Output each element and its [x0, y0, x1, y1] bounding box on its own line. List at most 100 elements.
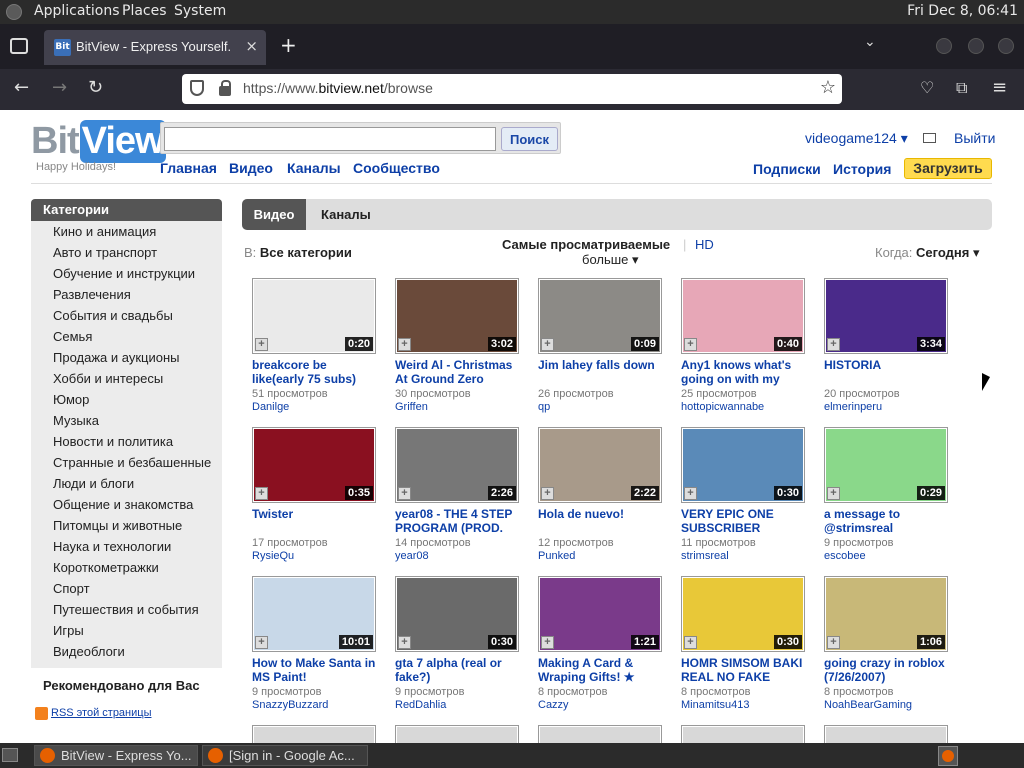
video-title[interactable]: Twister	[252, 507, 376, 535]
show-desktop-icon[interactable]	[2, 748, 18, 762]
video-thumbnail[interactable]	[824, 725, 948, 743]
video-title[interactable]: Jim lahey falls down	[538, 358, 662, 386]
subscriptions-link[interactable]: Подписки	[753, 161, 821, 177]
category-link[interactable]: Наука и технологии	[31, 536, 222, 557]
add-to-queue-icon[interactable]: +	[255, 487, 268, 500]
video-title[interactable]: gta 7 alpha (real or fake?)	[395, 656, 519, 684]
video-uploader[interactable]: RysieQu	[252, 550, 294, 562]
video-thumbnail[interactable]: +0:35	[252, 427, 376, 503]
video-title[interactable]: a message to @strimsreal	[824, 507, 948, 535]
clock[interactable]: Fri Dec 8, 06:41	[907, 3, 1018, 19]
system-menu[interactable]: System	[174, 3, 226, 19]
category-link[interactable]: Музыка	[31, 410, 222, 431]
applications-menu[interactable]: Applications	[34, 3, 120, 19]
video-uploader[interactable]: hottopicwannabe	[681, 401, 764, 413]
video-uploader[interactable]: Minamitsu413	[681, 699, 749, 711]
extensions-icon[interactable]: ⧉	[956, 78, 967, 98]
category-link[interactable]: Спорт	[31, 578, 222, 599]
video-thumbnail[interactable]: +0:30	[681, 576, 805, 652]
video-thumbnail[interactable]	[252, 725, 376, 743]
category-link[interactable]: События и свадьбы	[31, 305, 222, 326]
video-title[interactable]: Any1 knows what's going on with my	[681, 358, 805, 386]
video-uploader[interactable]: year08	[395, 550, 429, 562]
category-link[interactable]: Хобби и интересы	[31, 368, 222, 389]
nav-channels[interactable]: Каналы	[287, 160, 341, 176]
more-sort-dropdown[interactable]: больше ▾	[582, 252, 639, 268]
video-thumbnail[interactable]	[538, 725, 662, 743]
nav-videos[interactable]: Видео	[229, 160, 273, 176]
rss-link[interactable]: RSS этой страницы	[35, 707, 151, 720]
video-uploader[interactable]: NoahBearGaming	[824, 699, 912, 711]
category-link[interactable]: Люди и блоги	[31, 473, 222, 494]
video-thumbnail[interactable]	[681, 725, 805, 743]
pocket-icon[interactable]: ♡	[920, 78, 934, 98]
reload-icon[interactable]: ↻	[88, 78, 103, 98]
video-thumbnail[interactable]: +0:29	[824, 427, 948, 503]
sort-hd[interactable]: HD	[695, 237, 714, 252]
address-bar[interactable]: https://www.bitview.net/browse ☆	[182, 74, 842, 104]
video-title[interactable]: How to Make Santa in MS Paint!	[252, 656, 376, 684]
recommended-heading[interactable]: Рекомендовано для Вас	[31, 678, 222, 693]
video-uploader[interactable]: Danilge	[252, 401, 289, 413]
category-link[interactable]: Развлечения	[31, 284, 222, 305]
gnome-foot-icon[interactable]	[6, 4, 22, 20]
tray-firefox-icon[interactable]	[938, 746, 958, 766]
video-thumbnail[interactable]: +3:02	[395, 278, 519, 354]
video-title[interactable]: VERY EPIC ONE SUBSCRIBER	[681, 507, 805, 535]
new-tab-icon[interactable]: +	[280, 33, 297, 57]
video-thumbnail[interactable]: +1:06	[824, 576, 948, 652]
add-to-queue-icon[interactable]: +	[684, 487, 697, 500]
video-thumbnail[interactable]: +0:40	[681, 278, 805, 354]
video-title[interactable]: going crazy in roblox (7/26/2007)	[824, 656, 948, 684]
category-link[interactable]: Общение и знакомства	[31, 494, 222, 515]
video-uploader[interactable]: Punked	[538, 550, 575, 562]
upload-button[interactable]: Загрузить	[904, 158, 992, 179]
category-link[interactable]: Авто и транспорт	[31, 242, 222, 263]
video-title[interactable]: Weird Al - Christmas At Ground Zero	[395, 358, 519, 386]
tab-list-icon[interactable]	[10, 38, 28, 54]
video-thumbnail[interactable]: +3:34	[824, 278, 948, 354]
video-thumbnail[interactable]: +0:30	[395, 576, 519, 652]
category-link[interactable]: Странные и безбашенные	[31, 452, 222, 473]
video-title[interactable]: breakcore be like(early 75 subs)	[252, 358, 376, 386]
video-thumbnail[interactable]	[395, 725, 519, 743]
username-menu[interactable]: videogame124 ▾	[805, 130, 908, 147]
bitview-logo[interactable]: BitView Happy Holidays!	[31, 120, 166, 173]
app-menu-icon[interactable]: ≡	[992, 78, 1007, 98]
tab-channels[interactable]: Каналы	[321, 199, 371, 230]
category-link[interactable]: Видеоблоги	[31, 641, 222, 662]
video-uploader[interactable]: Griffen	[395, 401, 428, 413]
add-to-queue-icon[interactable]: +	[255, 636, 268, 649]
category-link[interactable]: Короткометражки	[31, 557, 222, 578]
add-to-queue-icon[interactable]: +	[398, 338, 411, 351]
add-to-queue-icon[interactable]: +	[541, 338, 554, 351]
history-link[interactable]: История	[833, 161, 891, 177]
video-thumbnail[interactable]: +0:09	[538, 278, 662, 354]
tracking-shield-icon[interactable]	[190, 80, 204, 96]
nav-home[interactable]: Главная	[160, 160, 217, 176]
category-link[interactable]: Питомцы и животные	[31, 515, 222, 536]
close-tab-icon[interactable]: ×	[245, 37, 258, 55]
add-to-queue-icon[interactable]: +	[398, 487, 411, 500]
tab-videos[interactable]: Видео	[242, 199, 306, 230]
add-to-queue-icon[interactable]: +	[541, 487, 554, 500]
video-thumbnail[interactable]: +10:01	[252, 576, 376, 652]
video-uploader[interactable]: Cazzy	[538, 699, 569, 711]
video-thumbnail[interactable]: +0:20	[252, 278, 376, 354]
sort-most-viewed[interactable]: Самые просматриваемые	[502, 237, 670, 252]
video-uploader[interactable]: SnazzyBuzzard	[252, 699, 328, 711]
category-link[interactable]: Юмор	[31, 389, 222, 410]
video-thumbnail[interactable]: +0:30	[681, 427, 805, 503]
add-to-queue-icon[interactable]: +	[827, 636, 840, 649]
search-button[interactable]: Поиск	[501, 127, 558, 151]
add-to-queue-icon[interactable]: +	[827, 338, 840, 351]
all-categories-link[interactable]: Все категории	[260, 245, 352, 260]
browser-tab[interactable]: Bit BitView - Express Yourself. ×	[44, 30, 266, 65]
mail-icon[interactable]	[923, 133, 936, 143]
add-to-queue-icon[interactable]: +	[398, 636, 411, 649]
video-uploader[interactable]: escobee	[824, 550, 866, 562]
video-title[interactable]: HOMR SIMSOM BAKI REAL NO FAKE	[681, 656, 805, 684]
maximize-window-button[interactable]	[968, 38, 984, 54]
lock-icon[interactable]	[219, 80, 231, 96]
close-window-button[interactable]	[998, 38, 1014, 54]
